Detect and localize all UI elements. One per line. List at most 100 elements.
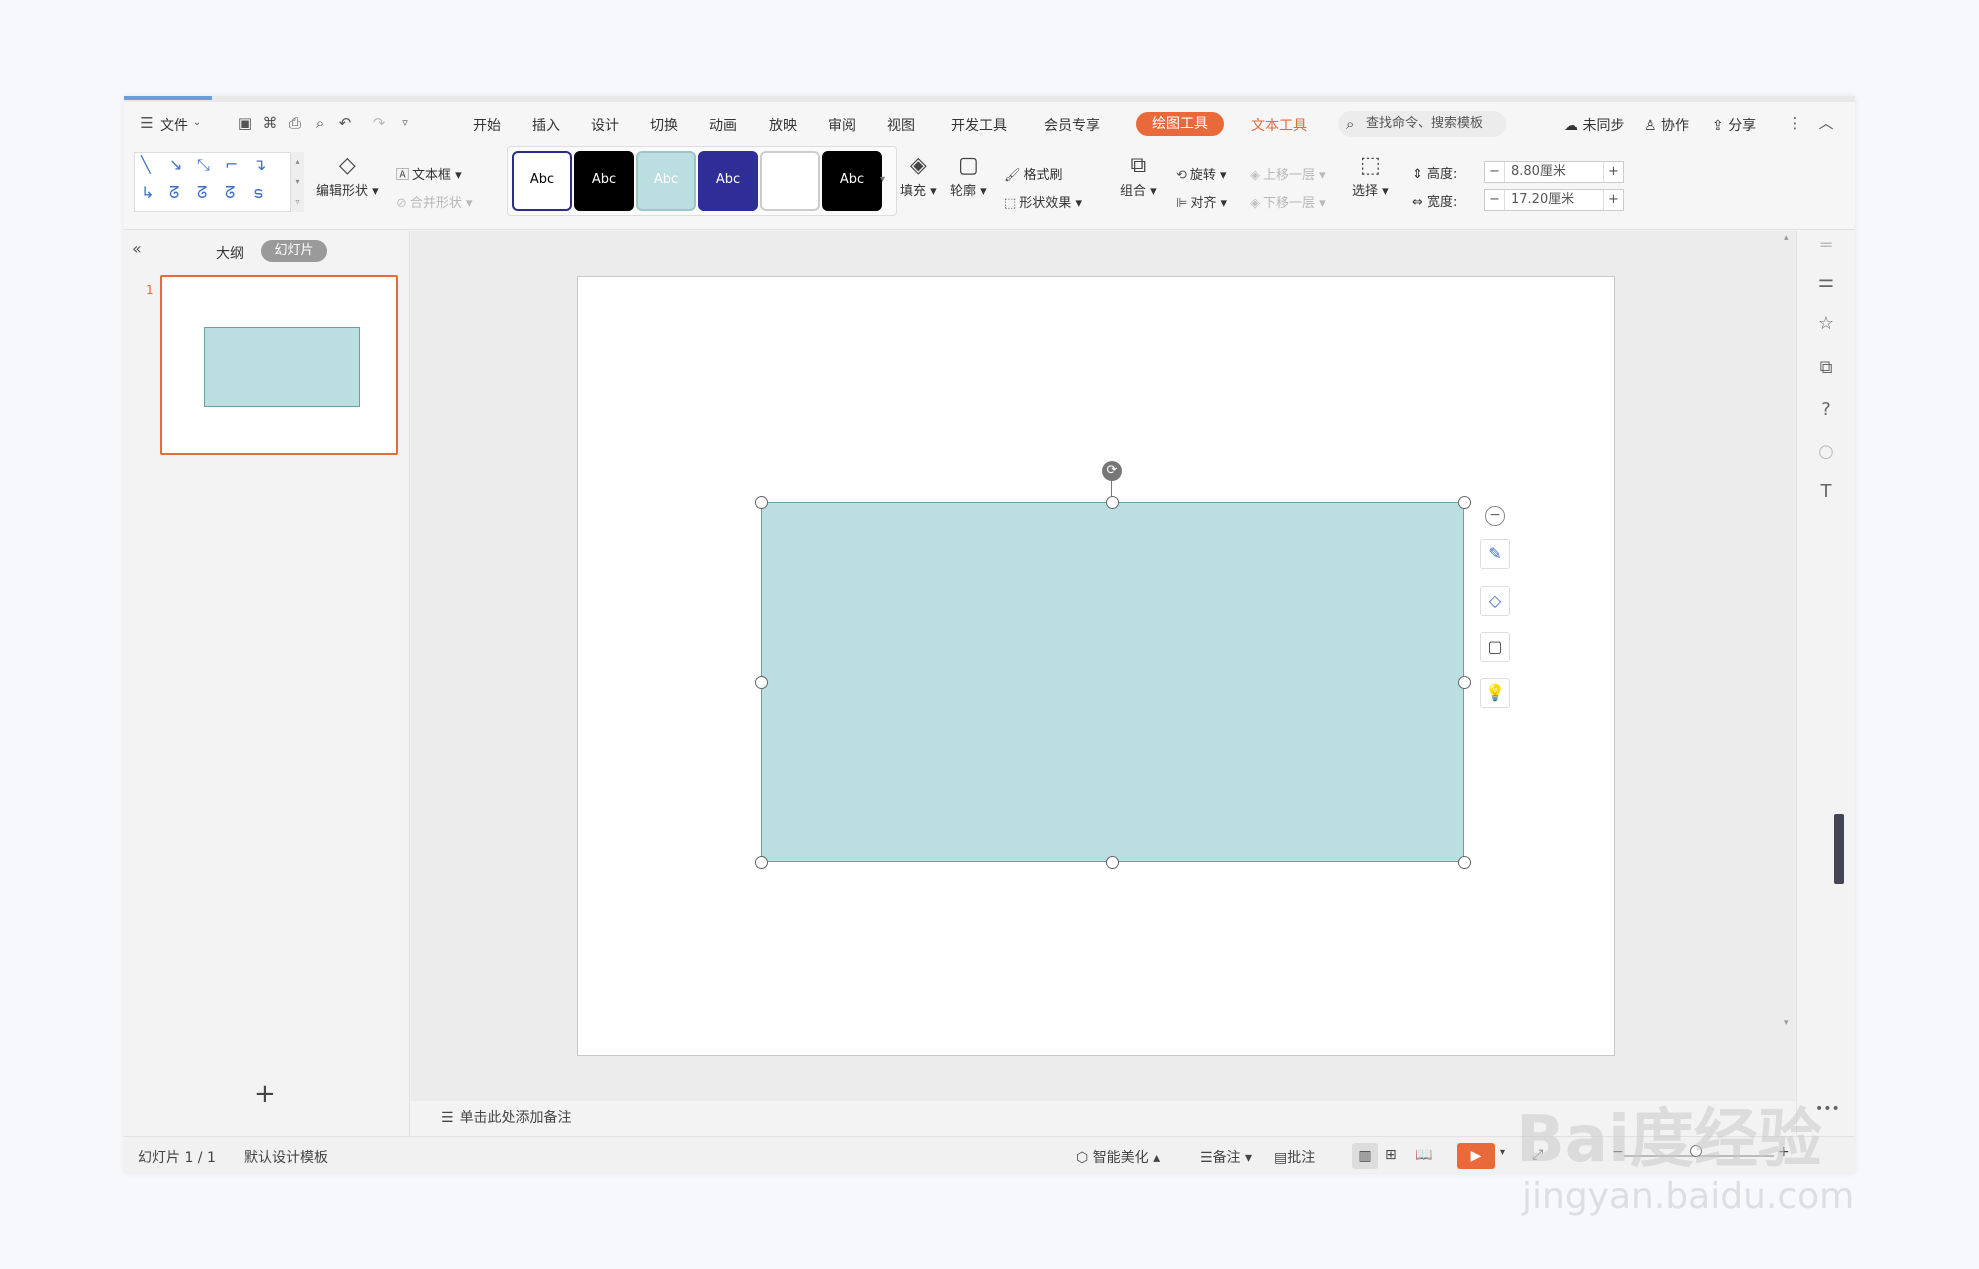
shape-gallery[interactable]: ╲ ↘ ⤡ ⌐ ↴ ↳ ᘔ ᘔ ᘔ ട [134, 152, 304, 212]
tab-slideshow[interactable]: 放映 [769, 115, 797, 135]
save-icon[interactable]: ▣ [236, 114, 254, 132]
sync-status[interactable]: ☁ 未同步 [1564, 115, 1624, 135]
group-button[interactable]: ⧉ 组合 ▾ [1120, 152, 1157, 199]
tab-view[interactable]: 视图 [887, 115, 915, 135]
properties-icon[interactable]: ⚌ [1815, 271, 1837, 292]
tab-text-tools[interactable]: 文本工具 [1251, 115, 1307, 135]
shape-style-4[interactable]: Abc [698, 151, 758, 211]
search-command-box[interactable]: ⌕ 查找命令、搜索模板 [1338, 111, 1506, 137]
merge-shape-button[interactable]: ⊘ 合并形状 ▾ [396, 192, 473, 211]
resize-handle-r[interactable] [1458, 676, 1471, 689]
width-increase-button[interactable]: + [1603, 190, 1623, 210]
arrow-shape-icon[interactable]: ↘ [169, 155, 182, 174]
width-input[interactable]: − 17.20厘米 + [1484, 189, 1624, 211]
rotate-handle-icon[interactable]: ⟳ [1102, 461, 1122, 481]
shape-style-5[interactable]: Abc [760, 151, 820, 211]
bring-forward-button[interactable]: ◈ 上移一层 ▾ [1250, 164, 1326, 183]
resize-handle-tl[interactable] [755, 496, 768, 509]
notes-toggle-button[interactable]: ☰备注 ▾ [1200, 1147, 1252, 1167]
tab-transition[interactable]: 切换 [650, 115, 678, 135]
tab-drawing-tools[interactable]: 绘图工具 [1136, 112, 1224, 136]
rectangle-shape[interactable] [761, 502, 1464, 862]
elbow-double-connector-icon[interactable]: ↳ [141, 183, 154, 202]
resize-handle-tr[interactable] [1458, 496, 1471, 509]
align-button[interactable]: ⊫ 对齐 ▾ [1176, 192, 1227, 211]
text-box-button[interactable]: 🄰 文本框 ▾ [396, 164, 462, 183]
add-slide-icon[interactable]: + [254, 1079, 276, 1109]
elbow-connector-icon[interactable]: ⌐ [225, 155, 238, 174]
outline-button[interactable]: ▢ 轮廓 ▾ [950, 152, 987, 199]
vertical-scrollbar[interactable]: ▴ ▾ [1784, 233, 1794, 1093]
slide-thumbnail[interactable] [160, 275, 398, 455]
shape-style-6[interactable]: Abc [822, 151, 882, 211]
double-arrow-shape-icon[interactable]: ⤡ [197, 155, 210, 175]
freeform-curve-icon[interactable]: ട [253, 183, 262, 203]
height-value[interactable]: 8.80厘米 [1511, 162, 1566, 182]
rotate-button[interactable]: ⟲ 旋转 ▾ [1176, 164, 1227, 183]
height-increase-button[interactable]: + [1603, 162, 1623, 182]
file-menu[interactable]: 文件 [160, 115, 188, 135]
fill-button[interactable]: ◈ 填充 ▾ [900, 152, 937, 199]
resize-handle-br[interactable] [1458, 856, 1471, 869]
idea-icon[interactable]: ○ [1815, 441, 1837, 462]
tab-outline[interactable]: 大纲 [216, 243, 244, 263]
tab-home[interactable]: 开始 [473, 115, 501, 135]
width-decrease-button[interactable]: − [1485, 190, 1505, 210]
send-backward-button[interactable]: ◈ 下移一层 ▾ [1250, 192, 1326, 211]
scroll-down-icon[interactable]: ▾ [1784, 1018, 1789, 1028]
text-icon[interactable]: T [1815, 481, 1837, 502]
print-icon[interactable]: ⎙ [286, 114, 304, 132]
select-button[interactable]: ⬚ 选择 ▾ [1352, 152, 1389, 199]
slide-sorter-icon[interactable]: ⊞ [1385, 1147, 1397, 1163]
elbow-arrow-connector-icon[interactable]: ↴ [253, 155, 266, 174]
tab-insert[interactable]: 插入 [532, 115, 560, 135]
format-painter-button[interactable]: 🖌 格式刷 [1004, 164, 1063, 183]
side-handle[interactable] [1834, 814, 1844, 884]
line-shape-icon[interactable]: ╲ [141, 155, 151, 174]
resize-handle-bl[interactable] [755, 856, 768, 869]
curved-connector-icon[interactable]: ᘔ [169, 183, 179, 203]
float-outline-icon[interactable]: ▢ [1480, 632, 1510, 662]
star-icon[interactable]: ☆ [1815, 313, 1837, 334]
resize-handle-b[interactable] [1106, 856, 1119, 869]
play-slideshow-button[interactable]: ▶ [1457, 1143, 1495, 1169]
height-decrease-button[interactable]: − [1485, 162, 1505, 182]
normal-view-icon[interactable]: ▥ [1352, 1143, 1378, 1169]
collapse-float-toolbar-icon[interactable]: − [1485, 506, 1505, 526]
customize-quickbar-icon[interactable]: ▿ [396, 114, 414, 132]
slide-switch-icon[interactable]: ⧉ [1815, 357, 1837, 378]
shape-style-2[interactable]: Abc [574, 151, 634, 211]
tab-design[interactable]: 设计 [591, 115, 619, 135]
chevron-down-icon[interactable]: ⌄ [188, 114, 206, 132]
slide[interactable]: ⟳ − ✎ ◇ ▢ 💡 [577, 276, 1615, 1056]
collapse-ribbon-icon[interactable]: ︿ [1817, 114, 1835, 132]
more-icon[interactable]: ⋮ [1786, 114, 1804, 132]
template-name[interactable]: 默认设计模板 [244, 1147, 328, 1167]
tab-member[interactable]: 会员专享 [1044, 115, 1100, 135]
play-options-chevron[interactable]: ▾ [1500, 1147, 1505, 1158]
resize-handle-l[interactable] [755, 676, 768, 689]
help-icon[interactable]: ? [1815, 399, 1837, 420]
curved-double-connector-icon[interactable]: ᘔ [225, 183, 235, 203]
format-brush-icon[interactable]: ⌘ [261, 114, 279, 132]
tab-slides[interactable]: 幻灯片 [261, 240, 327, 262]
curved-arrow-connector-icon[interactable]: ᘔ [197, 183, 207, 203]
collaborate-button[interactable]: ♙ 协作 [1644, 115, 1689, 135]
collapse-panel-icon[interactable]: « [132, 239, 142, 258]
tab-review[interactable]: 审阅 [828, 115, 856, 135]
tab-animation[interactable]: 动画 [709, 115, 737, 135]
height-input[interactable]: − 8.80厘米 + [1484, 161, 1624, 183]
shape-style-3[interactable]: Abc [636, 151, 696, 211]
print-preview-icon[interactable]: ⌕ [311, 114, 329, 132]
tab-developer[interactable]: 开发工具 [951, 115, 1007, 135]
float-idea-icon[interactable]: 💡 [1480, 678, 1510, 708]
reading-view-icon[interactable]: 📖 [1415, 1147, 1432, 1163]
share-button[interactable]: ⇪ 分享 [1712, 115, 1756, 135]
shape-effects-button[interactable]: ⬚ 形状效果 ▾ [1004, 192, 1082, 211]
edit-shape-button[interactable]: ◇ 编辑形状 ▾ [316, 152, 379, 199]
hamburger-icon[interactable]: ☰ [138, 114, 156, 132]
width-value[interactable]: 17.20厘米 [1511, 190, 1574, 210]
comments-button[interactable]: ▤批注 [1274, 1147, 1315, 1167]
shape-gallery-scroll[interactable]: ▴ ▾ ▿ [290, 152, 304, 212]
style-gallery-expand[interactable]: ▾ [880, 174, 885, 185]
